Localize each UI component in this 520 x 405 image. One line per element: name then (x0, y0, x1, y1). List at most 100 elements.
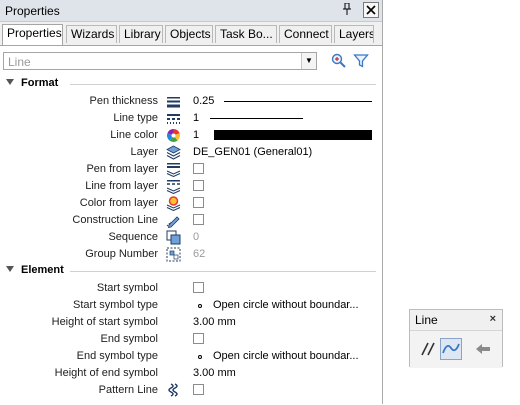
row-pattern-line[interactable]: Pattern Line (0, 382, 382, 399)
height-start-symbol-value[interactable]: 3.00 mm (193, 316, 236, 328)
end-symbol-checkbox[interactable] (193, 333, 204, 344)
collapse-arrow-icon[interactable] (6, 79, 14, 85)
layer-value[interactable]: DE_GEN01 (General01) (193, 146, 312, 158)
row-end-symbol-type[interactable]: End symbol type Open circle without boun… (0, 348, 382, 365)
color-from-layer-checkbox[interactable] (193, 197, 204, 208)
row-height-start-symbol[interactable]: Height of start symbol 3.00 mm (0, 314, 382, 331)
line-color-value[interactable]: 1 (193, 129, 199, 141)
row-start-symbol-type[interactable]: Start symbol type Open circle without bo… (0, 297, 382, 314)
filter-icon[interactable] (353, 53, 369, 69)
end-symbol-type-label: End symbol type (76, 350, 158, 362)
height-end-symbol-value[interactable]: 3.00 mm (193, 367, 236, 379)
line-from-layer-icon (166, 179, 181, 195)
tab-task-bo[interactable]: Task Bo... (215, 25, 277, 43)
line-type-value[interactable]: 1 (193, 112, 199, 124)
pen-thickness-value[interactable]: 0.25 (193, 95, 214, 107)
sequence-label: Sequence (108, 231, 158, 243)
row-height-end-symbol[interactable]: Height of end symbol 3.00 mm (0, 365, 382, 382)
pen-from-layer-icon (166, 162, 181, 178)
row-color-from-layer[interactable]: Color from layer (0, 195, 382, 212)
pencil-icon (166, 213, 181, 229)
pattern-line-checkbox[interactable] (193, 384, 204, 395)
open-circle-icon (198, 304, 202, 308)
tab-connect[interactable]: Connect (279, 25, 332, 43)
color-wheel-icon (166, 128, 181, 143)
line-type-label: Line type (113, 112, 158, 124)
line-toolbar: Line × (409, 309, 503, 368)
format-section-header[interactable]: Format (0, 76, 382, 92)
zoom-icon[interactable] (331, 53, 347, 69)
pattern-line-label: Pattern Line (98, 384, 158, 396)
color-from-layer-icon (166, 196, 181, 212)
properties-panel: Properties Properties Wizards Library Ob… (0, 0, 383, 405)
pen-from-layer-checkbox[interactable] (193, 163, 204, 174)
row-layer[interactable]: Layer DE_GEN01 (General01) (0, 144, 382, 161)
line-toolbar-title: Line (415, 313, 438, 327)
line-color-swatch (214, 130, 372, 140)
start-symbol-type-value[interactable]: Open circle without boundar... (213, 299, 359, 311)
line-from-layer-checkbox[interactable] (193, 180, 204, 191)
line-toolbar-body (410, 330, 502, 368)
open-circle-icon (198, 355, 202, 359)
group-number-value[interactable]: 62 (193, 248, 205, 260)
curve-line-icon[interactable] (440, 338, 462, 360)
line-type-sample (210, 118, 303, 119)
filter-combobox[interactable]: Line ▼ (3, 52, 317, 70)
row-pen-thickness[interactable]: Pen thickness 0.25 (0, 93, 382, 110)
row-end-symbol[interactable]: End symbol (0, 331, 382, 348)
close-icon[interactable]: × (490, 313, 496, 325)
tab-layers[interactable]: Layers (334, 25, 374, 43)
section-divider (70, 271, 376, 272)
close-panel-button[interactable] (363, 2, 379, 18)
end-symbol-label: End symbol (100, 333, 158, 345)
end-symbol-type-value[interactable]: Open circle without boundar... (213, 350, 359, 362)
layers-icon (166, 145, 181, 160)
row-start-symbol[interactable]: Start symbol (0, 280, 382, 297)
element-section-header[interactable]: Element (0, 263, 382, 279)
row-pen-from-layer[interactable]: Pen from layer (0, 161, 382, 178)
row-line-from-layer[interactable]: Line from layer (0, 178, 382, 195)
pin-icon[interactable] (340, 2, 354, 17)
panel-tabs: Properties Wizards Library Objects Task … (0, 24, 383, 45)
height-end-symbol-label: Height of end symbol (54, 367, 158, 379)
row-construction-line[interactable]: Construction Line (0, 212, 382, 229)
format-section-title: Format (21, 77, 59, 89)
chevron-down-icon[interactable]: ▼ (301, 53, 316, 69)
panel-title: Properties (5, 4, 60, 18)
back-arrow-icon[interactable] (472, 338, 494, 360)
section-divider (70, 84, 376, 85)
row-line-color[interactable]: Line color 1 (0, 127, 382, 144)
parallel-lines-icon[interactable] (418, 338, 440, 360)
row-group-number[interactable]: Group Number 62 (0, 246, 382, 263)
tab-properties[interactable]: Properties (2, 24, 63, 45)
filter-placeholder: Line (8, 55, 31, 69)
sequence-icon (166, 230, 181, 245)
pen-thickness-label: Pen thickness (89, 95, 158, 107)
panel-titlebar: Properties (0, 0, 382, 22)
collapse-arrow-icon[interactable] (6, 266, 14, 272)
start-symbol-type-label: Start symbol type (73, 299, 158, 311)
row-sequence[interactable]: Sequence 0 (0, 229, 382, 246)
row-line-type[interactable]: Line type 1 (0, 110, 382, 127)
tab-wizards[interactable]: Wizards (66, 25, 117, 43)
group-number-label: Group Number (85, 248, 158, 260)
sequence-value[interactable]: 0 (193, 231, 199, 243)
element-section-title: Element (21, 264, 64, 276)
pen-thickness-sample (224, 101, 372, 102)
tab-objects[interactable]: Objects (165, 25, 213, 43)
color-from-layer-label: Color from layer (79, 197, 158, 209)
start-symbol-checkbox[interactable] (193, 282, 204, 293)
construction-line-label: Construction Line (72, 214, 158, 226)
group-icon (166, 247, 181, 262)
height-start-symbol-label: Height of start symbol (51, 316, 158, 328)
construction-line-checkbox[interactable] (193, 214, 204, 225)
line-from-layer-label: Line from layer (85, 180, 158, 192)
start-symbol-label: Start symbol (96, 282, 158, 294)
line-type-icon (166, 111, 181, 126)
layer-label: Layer (130, 146, 158, 158)
pen-from-layer-label: Pen from layer (86, 163, 158, 175)
line-color-label: Line color (110, 129, 158, 141)
pattern-line-icon (166, 383, 181, 398)
properties-content: Line ▼ Format Pen thickness 0.25 Line ty… (0, 45, 382, 405)
tab-library[interactable]: Library (119, 25, 163, 43)
